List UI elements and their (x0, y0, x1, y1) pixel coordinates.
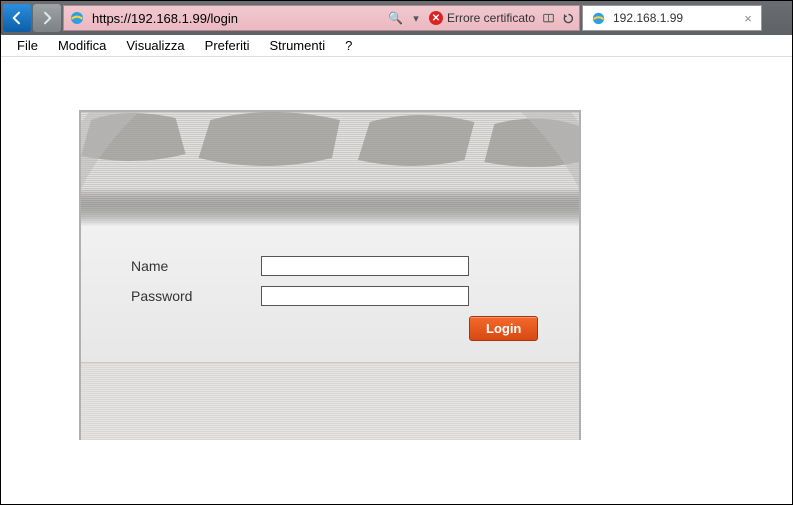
home-icon[interactable] (768, 9, 786, 27)
tab-close-icon[interactable]: × (741, 11, 755, 25)
login-form: Name Password Login (81, 226, 579, 362)
tab-title: 192.168.1.99 (613, 11, 735, 25)
page-content: Name Password Login (1, 57, 792, 504)
menu-preferiti[interactable]: Preferiti (195, 36, 260, 55)
cert-error-label: Errore certificato (447, 11, 535, 25)
menu-modifica[interactable]: Modifica (48, 36, 116, 55)
password-input[interactable] (261, 286, 469, 306)
ie-logo-icon (68, 9, 86, 27)
button-row: Login (131, 316, 529, 341)
menu-strumenti[interactable]: Strumenti (259, 36, 335, 55)
ie-logo-icon (589, 9, 607, 27)
certificate-warning[interactable]: ✕ Errore certificato (429, 11, 535, 25)
url-input[interactable] (92, 11, 382, 26)
login-button[interactable]: Login (469, 316, 538, 341)
login-banner (81, 112, 579, 226)
toolbar-right (764, 9, 790, 27)
password-label: Password (131, 288, 261, 304)
compat-view-icon[interactable] (541, 11, 555, 25)
forward-button[interactable] (33, 4, 61, 32)
menu-help[interactable]: ? (335, 36, 362, 55)
login-panel: Name Password Login (79, 110, 581, 440)
name-input[interactable] (261, 256, 469, 276)
browser-tab[interactable]: 192.168.1.99 × (582, 5, 762, 31)
refresh-icon[interactable] (561, 11, 575, 25)
password-row: Password (131, 286, 529, 306)
name-row: Name (131, 256, 529, 276)
back-button[interactable] (3, 4, 31, 32)
menu-file[interactable]: File (7, 36, 48, 55)
name-label: Name (131, 258, 261, 274)
browser-navbar: 🔍 ▾ ✕ Errore certificato 192.168.1.99 × (1, 1, 792, 35)
dropdown-icon[interactable]: ▾ (409, 11, 423, 25)
menu-visualizza[interactable]: Visualizza (116, 36, 194, 55)
address-bar[interactable]: 🔍 ▾ ✕ Errore certificato (63, 5, 580, 31)
login-footer-strip (81, 362, 579, 440)
search-icon[interactable]: 🔍 (388, 11, 403, 25)
cert-error-icon: ✕ (429, 11, 443, 25)
menu-bar: File Modifica Visualizza Preferiti Strum… (1, 35, 792, 57)
